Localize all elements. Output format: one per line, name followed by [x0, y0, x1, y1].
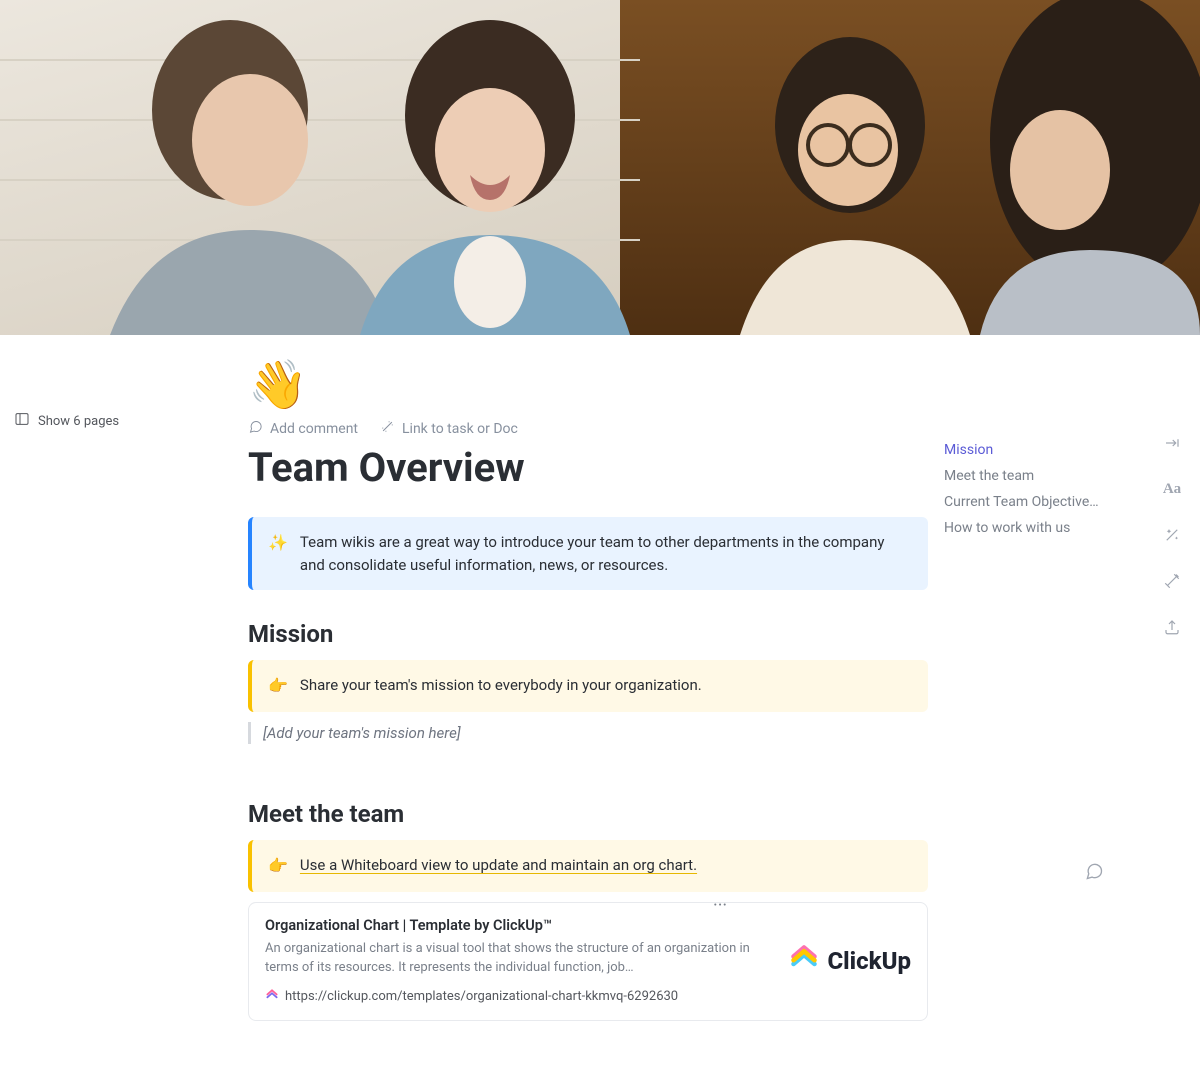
- link-task-action[interactable]: Link to task or Doc: [380, 419, 518, 438]
- bookmark-description: An organizational chart is a visual tool…: [265, 940, 771, 978]
- page-emoji[interactable]: 👋: [248, 361, 928, 409]
- clickup-mark-icon: [789, 943, 819, 979]
- add-comment-label: Add comment: [270, 421, 358, 437]
- template-button[interactable]: [1160, 569, 1184, 593]
- bookmark-url: https://clickup.com/templates/organizati…: [285, 989, 678, 1004]
- intro-callout: ✨ Team wikis are a great way to introduc…: [248, 517, 928, 590]
- outline-item-objectives[interactable]: Current Team Objective…: [944, 489, 1104, 515]
- bookmark-more-button[interactable]: ···: [713, 897, 727, 915]
- page-title: Team Overview: [248, 444, 928, 491]
- show-pages-label: Show 6 pages: [38, 414, 119, 429]
- export-button[interactable]: [1160, 615, 1184, 639]
- outline-item-mission[interactable]: Mission: [944, 437, 1104, 463]
- sparkles-icon: ✨: [268, 531, 288, 576]
- mission-callout-text: Share your team's mission to everybody i…: [300, 674, 702, 698]
- add-comment-action[interactable]: Add comment: [248, 419, 358, 438]
- bookmark-card[interactable]: Organizational Chart | Template by Click…: [248, 902, 928, 1021]
- show-pages-toggle[interactable]: Show 6 pages: [14, 411, 234, 431]
- pointing-right-icon: 👉: [268, 674, 288, 698]
- outline-item-work-with-us[interactable]: How to work with us: [944, 515, 1104, 541]
- link-task-label: Link to task or Doc: [402, 421, 518, 437]
- wand-icon: [380, 419, 395, 438]
- meet-team-heading: Meet the team: [248, 800, 928, 828]
- mission-heading: Mission: [248, 620, 928, 648]
- mission-placeholder[interactable]: [Add your team's mission here]: [248, 722, 928, 744]
- mission-callout: 👉 Share your team's mission to everybody…: [248, 660, 928, 712]
- typography-button[interactable]: Aa: [1160, 477, 1184, 501]
- panel-icon: [14, 411, 30, 431]
- bookmark-title: Organizational Chart | Template by Click…: [265, 917, 771, 934]
- left-panel: Show 6 pages: [0, 335, 248, 447]
- cover-image: [0, 0, 1200, 335]
- collapse-width-button[interactable]: [1160, 431, 1184, 455]
- comment-icon: [248, 419, 263, 438]
- outline-item-meet-team[interactable]: Meet the team: [944, 463, 1104, 489]
- clickup-logo: ClickUp: [789, 943, 911, 979]
- clickup-brand-text: ClickUp: [827, 947, 911, 975]
- intro-callout-text: Team wikis are a great way to introduce …: [300, 531, 912, 576]
- ai-button[interactable]: [1160, 523, 1184, 547]
- right-toolbar-rail: Aa: [1144, 335, 1200, 639]
- floating-comment-button[interactable]: [1084, 861, 1104, 885]
- pointing-right-icon: 👉: [268, 854, 288, 878]
- main-content: 👋 Add comment Link to task or Doc Team O…: [248, 335, 944, 1061]
- meet-team-callout-text[interactable]: Use a Whiteboard view to update and main…: [300, 854, 697, 878]
- page-actions: Add comment Link to task or Doc: [248, 419, 928, 438]
- meet-team-callout: 👉 Use a Whiteboard view to update and ma…: [248, 840, 928, 892]
- clickup-favicon-icon: [265, 988, 279, 1006]
- outline-panel: Mission Meet the team Current Team Objec…: [944, 335, 1144, 541]
